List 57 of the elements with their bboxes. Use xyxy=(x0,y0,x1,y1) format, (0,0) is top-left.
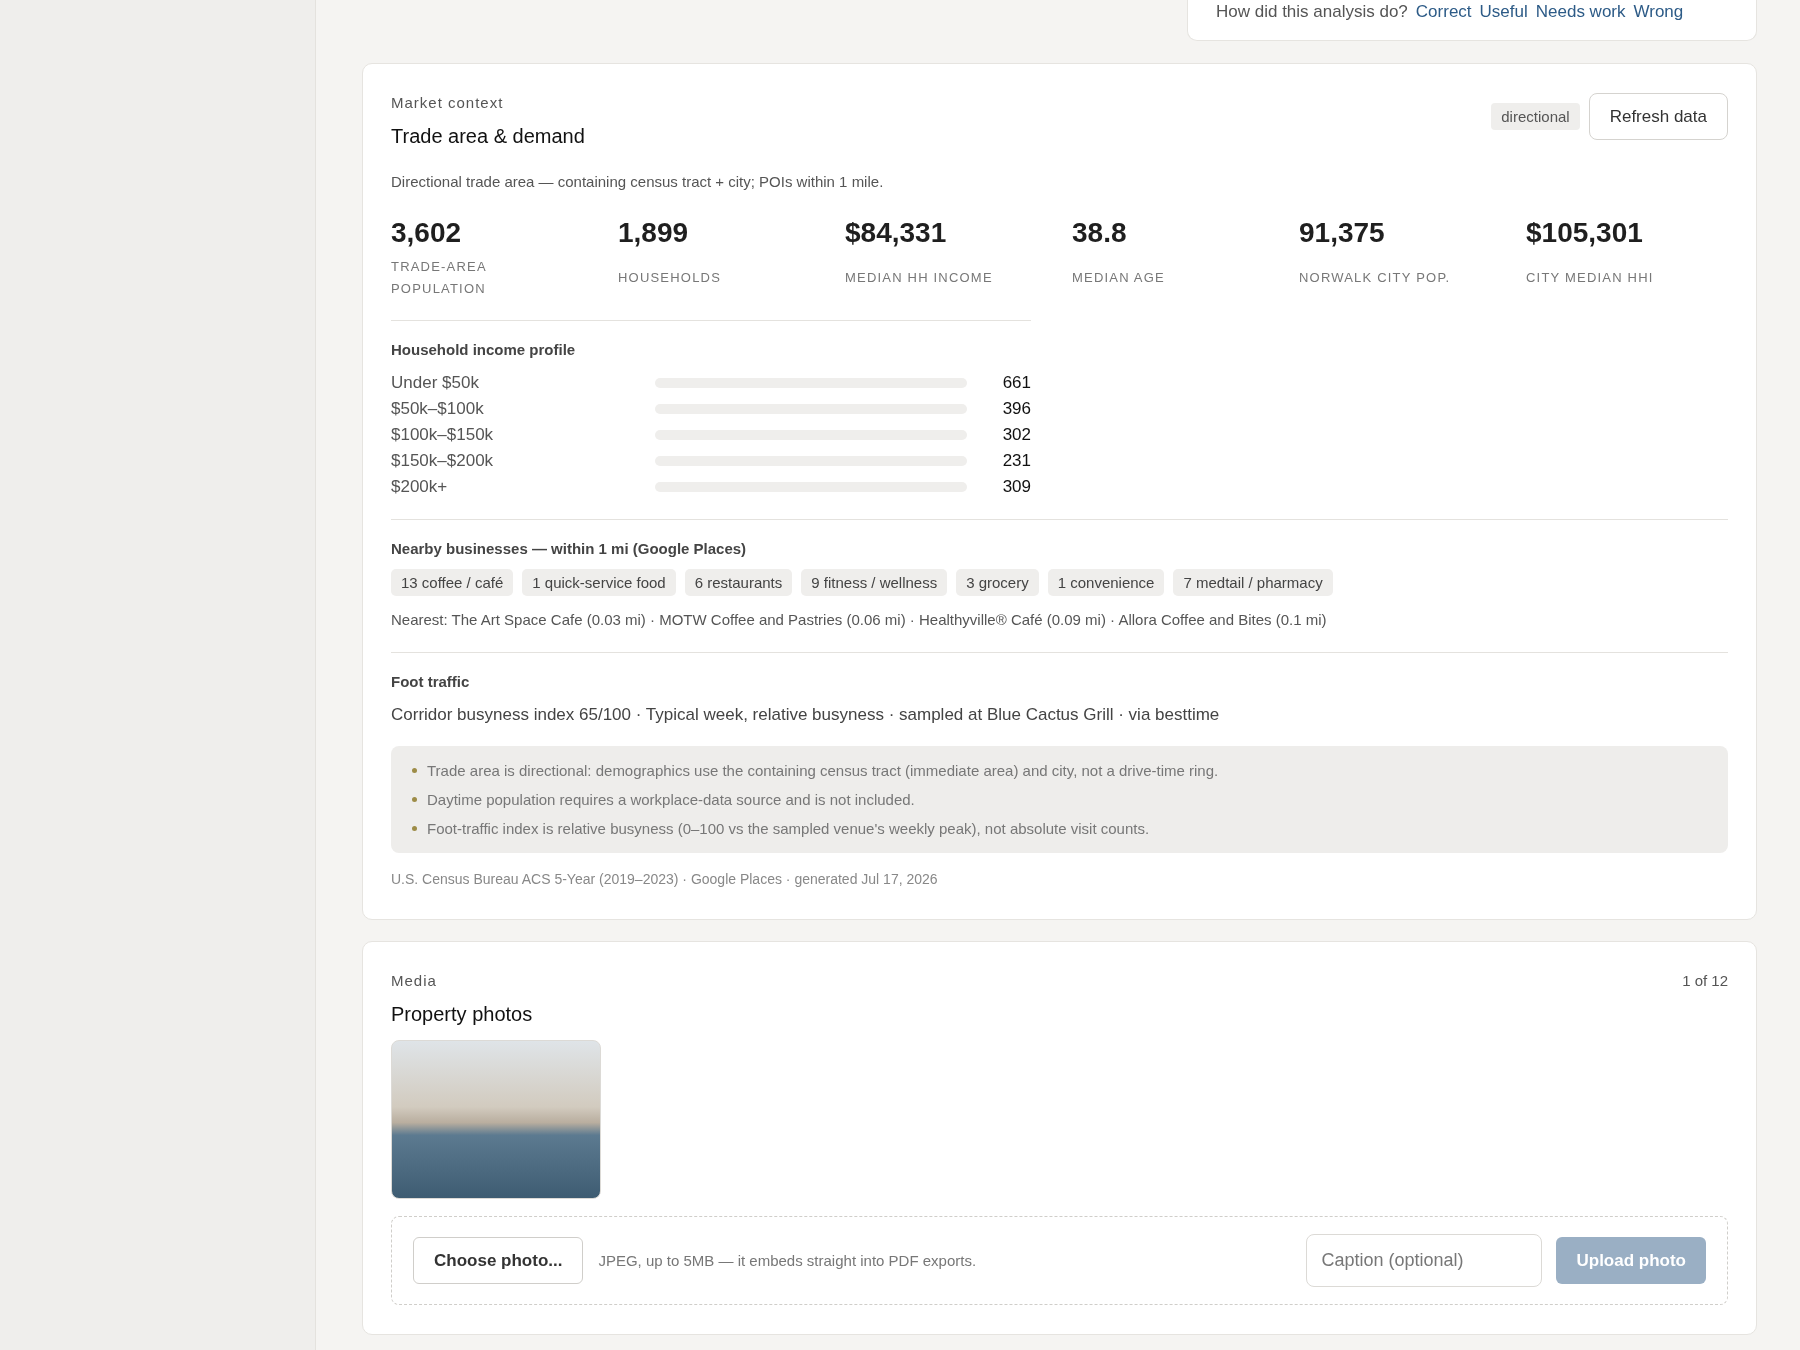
stat-value: 3,602 xyxy=(391,216,462,250)
income-count: 302 xyxy=(1002,424,1031,446)
income-range-label: $100k–$150k xyxy=(391,424,494,446)
feedback-link[interactable]: Wrong xyxy=(1633,2,1684,40)
stat-value: 38.8 xyxy=(1072,216,1127,250)
stat-label: MEDIAN HH INCOME xyxy=(845,269,993,287)
stat-value: 91,375 xyxy=(1299,216,1385,250)
note-text: Trade area is directional: demographics use the containing census tract (immediate area) and city, not a drive-time ring. xyxy=(427,761,1219,781)
stat-value: $105,301 xyxy=(1526,216,1643,250)
stat-label: HOUSEHOLDS xyxy=(618,269,722,287)
card-title: Trade area & demand xyxy=(391,124,585,149)
section-heading: Nearby businesses — within 1 mi (Google Places) xyxy=(391,539,747,559)
choose-photo-button[interactable]: Choose photo... xyxy=(413,1237,584,1284)
income-range-label: $150k–$200k xyxy=(391,450,494,472)
note-text: Daytime population requires a workplace-data source and is not included. xyxy=(427,790,915,810)
bullet-icon xyxy=(412,768,417,773)
category-chip: 9 fitness / wellness xyxy=(801,569,948,596)
section-eyebrow: Market context xyxy=(391,93,504,113)
stat-label: TRADE-AREA POPULATION xyxy=(391,258,488,298)
income-range-label: $200k+ xyxy=(391,476,448,498)
note-text: Foot-traffic index is relative busyness (0–100 vs the sampled venue's weekly peak), not absolute visit counts. xyxy=(427,819,1150,839)
stat-value: $84,331 xyxy=(845,216,947,250)
section-heading: Household income profile xyxy=(391,340,576,360)
stat-label: CITY MEDIAN HHI xyxy=(1526,269,1654,287)
feedback-question: How did this analysis do? xyxy=(1216,2,1408,23)
income-count: 396 xyxy=(1002,398,1031,420)
stat-label: NORWALK CITY POP. xyxy=(1299,269,1451,287)
section-heading: Foot traffic xyxy=(391,672,470,692)
source-footnote: U.S. Census Bureau ACS 5-Year (2019–2023) · Google Places · generated Jul 17, 2026 xyxy=(391,870,938,889)
foot-traffic-summary: Corridor busyness index 65/100 · Typical week, relative busyness · sampled at Blue Cactus Grill · via besttime xyxy=(391,704,1220,726)
status-badge: directional xyxy=(1491,103,1580,130)
refresh-button[interactable]: Refresh data xyxy=(1588,93,1728,140)
income-range-label: Under $50k xyxy=(391,372,479,394)
bullet-icon xyxy=(412,826,417,831)
category-chip: 6 restaurants xyxy=(684,569,793,596)
income-range-label: $50k–$100k xyxy=(391,398,484,420)
income-count: 309 xyxy=(1002,476,1031,498)
nearest-businesses-text: Nearest: The Art Space Cafe (0.03 mi) · MOTW Coffee and Pastries (0.06 mi) · Healthyville® Café (0.09 mi) · Allora Coffee and Bites (0.1 mi) xyxy=(391,610,1327,630)
feedback-link[interactable]: Useful xyxy=(1479,2,1528,40)
category-chip: 1 quick-service food xyxy=(522,569,676,596)
category-chip: 13 coffee / café xyxy=(391,569,514,596)
section-eyebrow: Media xyxy=(391,971,437,991)
bullet-icon xyxy=(412,797,417,802)
card-title: Property photos xyxy=(391,1002,533,1027)
income-count: 231 xyxy=(1002,450,1031,472)
category-chip: 7 medtail / pharmacy xyxy=(1173,569,1333,596)
caption-field[interactable]: Caption (optional) xyxy=(1306,1234,1543,1287)
feedback-link[interactable]: Correct xyxy=(1415,2,1472,40)
card-description: Directional trade area — containing census tract + city; POIs within 1 mile. xyxy=(391,172,885,192)
feedback-link[interactable]: Needs work xyxy=(1535,2,1626,40)
photo-counter: 1 of 12 xyxy=(1682,971,1728,991)
category-chip: 1 convenience xyxy=(1047,569,1165,596)
income-count: 661 xyxy=(1002,372,1031,394)
stat-value: 1,899 xyxy=(618,216,689,250)
category-chip: 3 grocery xyxy=(956,569,1039,596)
upload-hint: JPEG, up to 5MB — it embeds straight into PDF exports. xyxy=(598,1252,977,1269)
stat-label: MEDIAN AGE xyxy=(1072,269,1165,287)
